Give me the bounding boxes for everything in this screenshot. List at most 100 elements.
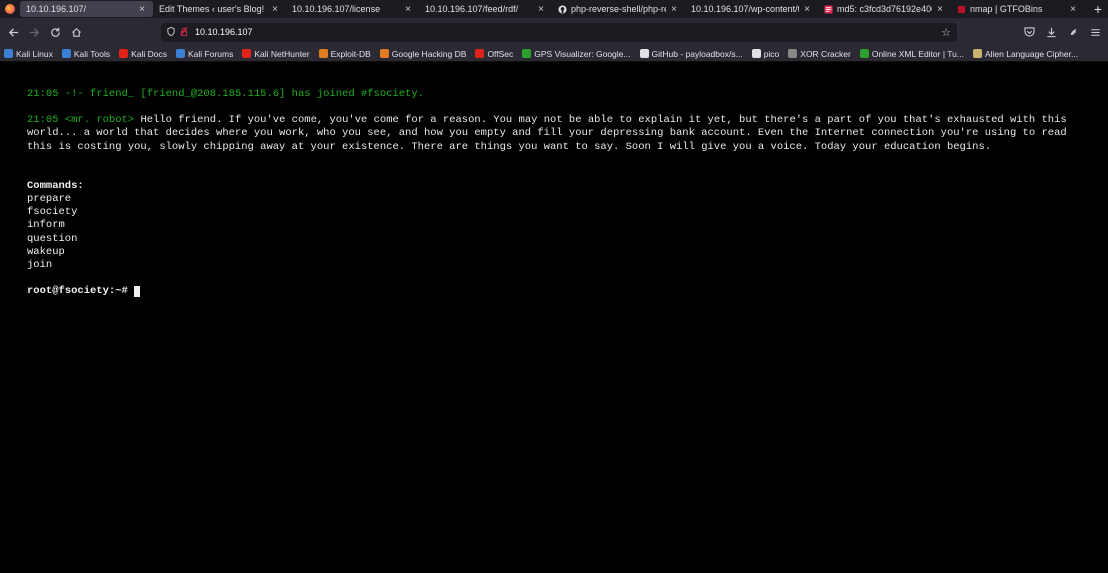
bookmark-label: Google Hacking DB: [391, 48, 467, 59]
firefox-icon[interactable]: [0, 0, 20, 18]
bookmark-star-icon[interactable]: ☆: [941, 26, 951, 39]
bookmark-item[interactable]: Alien Language Cipher...: [972, 48, 1079, 59]
close-icon[interactable]: ×: [270, 4, 280, 15]
prompt-text: root@fsociety:~#: [27, 285, 128, 298]
new-tab-button[interactable]: +: [1092, 0, 1104, 18]
bookmark-label: GitHub - payloadbox/s...: [651, 48, 743, 59]
command-item: join: [27, 259, 53, 272]
command-item: fsociety: [27, 206, 78, 219]
tab-title: 10.10.196.107/license: [292, 4, 381, 14]
tab-gtfobins[interactable]: nmap | GTFOBins ×: [951, 1, 1084, 17]
close-icon[interactable]: ×: [669, 4, 679, 15]
tab-home[interactable]: 10.10.196.107/ ×: [20, 1, 153, 17]
reload-button[interactable]: [46, 23, 64, 41]
tab-strip: 10.10.196.107/ × Edit Themes ‹ user's Bl…: [0, 0, 1108, 18]
commands-list: prepare fsociety inform question wakeup …: [27, 193, 1089, 272]
chat-message: 21:05 <mr. robot> Hello friend. If you'v…: [27, 114, 1089, 154]
close-icon[interactable]: ×: [403, 4, 413, 15]
github-icon: [639, 49, 649, 58]
tab-feed-rdf[interactable]: 10.10.196.107/feed/rdf/ ×: [419, 1, 552, 17]
bookmark-label: OffSec: [487, 48, 514, 59]
bookmark-label: Online XML Editor | Tu...: [871, 48, 964, 59]
url-text[interactable]: 10.10.196.107: [195, 27, 941, 37]
gps-icon: [522, 49, 532, 58]
bookmark-label: Exploit-DB: [330, 48, 371, 59]
bookmark-item[interactable]: GitHub - payloadbox/s...: [639, 48, 743, 59]
offsec-icon: [475, 49, 485, 58]
command-item: inform: [27, 219, 65, 232]
terminal-input[interactable]: root@fsociety:~#: [27, 285, 1089, 298]
bookmark-item[interactable]: Online XML Editor | Tu...: [859, 48, 964, 59]
close-icon[interactable]: ×: [137, 4, 147, 15]
bookmark-item[interactable]: Kali Tools: [61, 48, 111, 59]
bookmark-label: pico: [763, 48, 780, 59]
bookmark-item[interactable]: Kali Linux: [4, 49, 53, 59]
command-item: question: [27, 232, 78, 245]
nav-bar: 10.10.196.107 ☆: [0, 18, 1108, 46]
text-cursor: [133, 286, 140, 298]
bookmark-item[interactable]: OffSec: [475, 49, 513, 59]
ghdb-icon: [379, 49, 389, 58]
url-bar[interactable]: 10.10.196.107 ☆: [161, 22, 957, 42]
kali-tools-icon: [61, 49, 71, 58]
tab-title: 10.10.196.107/: [26, 4, 87, 14]
xor-icon: [788, 49, 798, 58]
gtfobins-icon: [957, 5, 966, 14]
message-text: Hello friend. If you've come, you've com…: [27, 114, 1067, 153]
command-item: prepare: [27, 193, 72, 206]
terminal-page: 21:05 -!- friend_ [friend_@208.185.115.6…: [0, 62, 1108, 298]
close-icon[interactable]: ×: [1068, 4, 1078, 15]
toolbar-right: [1016, 23, 1104, 41]
md5-icon: [824, 4, 833, 14]
extension-icon[interactable]: [1064, 23, 1082, 41]
nethunter-icon: [242, 49, 252, 58]
message-nick: <mr. robot>: [64, 114, 135, 127]
bookmark-label: Kali Forums: [188, 48, 234, 59]
tab-wp-content[interactable]: 10.10.196.107/wp-content/th ×: [685, 1, 818, 17]
tab-php-reverse-shell[interactable]: php-reverse-shell/php-re ×: [552, 1, 685, 17]
tab-title: 10.10.196.107/wp-content/th: [691, 4, 799, 14]
bookmark-label: Alien Language Cipher...: [984, 48, 1079, 59]
forward-button[interactable]: [25, 23, 43, 41]
kali-forums-icon: [176, 49, 185, 58]
bookmark-item[interactable]: pico: [751, 48, 780, 59]
bookmark-label: Kali Linux: [16, 48, 53, 59]
alien-icon: [972, 49, 982, 58]
downloads-icon[interactable]: [1042, 23, 1060, 41]
tab-license[interactable]: 10.10.196.107/license ×: [286, 1, 419, 17]
bookmark-item[interactable]: Kali NetHunter: [242, 48, 310, 59]
bookmark-item[interactable]: XOR Cracker: [788, 49, 851, 59]
menu-icon[interactable]: [1086, 23, 1104, 41]
tab-md5[interactable]: md5: c3fcd3d76192e4007 ×: [818, 1, 951, 17]
browser-chrome: 10.10.196.107/ × Edit Themes ‹ user's Bl…: [0, 0, 1108, 62]
bookmark-item[interactable]: Kali Forums: [176, 49, 233, 59]
home-button[interactable]: [67, 23, 85, 41]
bookmark-label: Kali Tools: [73, 48, 111, 59]
tab-title: php-reverse-shell/php-re: [571, 4, 666, 14]
shield-icon[interactable]: [167, 26, 175, 38]
close-icon[interactable]: ×: [536, 4, 546, 15]
join-message: 21:05 -!- friend_ [friend_@208.185.115.6…: [27, 88, 424, 100]
insecure-lock-icon[interactable]: [180, 26, 188, 38]
bookmark-label: XOR Cracker: [800, 48, 851, 59]
bookmark-label: GPS Visualizer: Google...: [534, 48, 631, 59]
bookmark-item[interactable]: Exploit-DB: [318, 48, 371, 59]
github-icon: [558, 4, 567, 14]
kali-docs-icon: [119, 49, 129, 58]
commands-header: Commands:: [27, 179, 84, 192]
bookmark-item[interactable]: GPS Visualizer: Google...: [522, 48, 631, 59]
globe-icon: [751, 49, 761, 58]
tab-title: md5: c3fcd3d76192e4007: [837, 4, 932, 14]
tab-title: nmap | GTFOBins: [970, 4, 1043, 14]
close-icon[interactable]: ×: [802, 4, 812, 15]
bookmark-label: Kali NetHunter: [254, 48, 310, 59]
bookmark-item[interactable]: Kali Docs: [119, 49, 167, 59]
bookmark-item[interactable]: Google Hacking DB: [379, 48, 467, 59]
tab-edit-themes[interactable]: Edit Themes ‹ user's Blog! — ×: [153, 1, 286, 17]
back-button[interactable]: [4, 23, 22, 41]
pocket-icon[interactable]: [1020, 23, 1038, 41]
bookmarks-bar: Kali Linux Kali Tools Kali Docs Kali Forums…: [0, 46, 1108, 62]
exploitdb-icon: [318, 49, 328, 58]
close-icon[interactable]: ×: [935, 4, 945, 15]
xml-icon: [859, 49, 869, 58]
